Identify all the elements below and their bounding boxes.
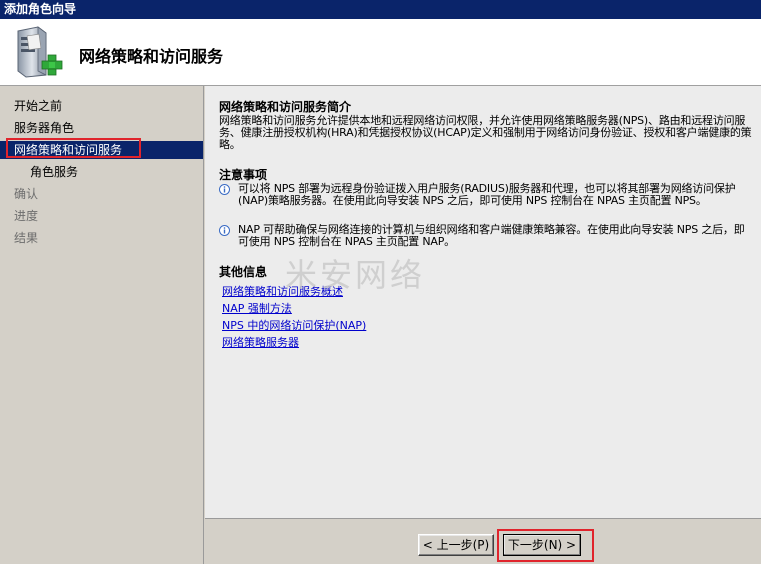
server-add-icon	[17, 26, 63, 78]
page-title: 网络策略和访问服务	[79, 47, 224, 66]
sidebar-item-server-roles[interactable]: 服务器角色	[0, 119, 203, 137]
intro-heading: 网络策略和访问服务简介	[219, 100, 352, 114]
link-nap-enforcement[interactable]: NAP 强制方法	[222, 300, 292, 316]
callout-box-next	[497, 529, 594, 562]
info-icon	[219, 184, 230, 195]
sidebar-item-results: 结果	[14, 231, 39, 245]
sidebar-item-before-you-begin[interactable]: 开始之前	[0, 97, 203, 115]
intro-text: 网络策略和访问服务允许提供本地和远程网络访问权限，并允许使用网络策略服务器(NP…	[219, 114, 752, 151]
notes-heading: 注意事项	[219, 168, 268, 182]
watermark: 米安网络	[285, 256, 426, 294]
info-icon	[219, 225, 230, 236]
sidebar-item-confirmation: 确认	[14, 187, 39, 201]
sidebar-item-role-services[interactable]: 角色服务	[0, 163, 203, 181]
link-nps-nap[interactable]: NPS 中的网络访问保护(NAP)	[222, 317, 366, 333]
sidebar-item-progress: 进度	[14, 209, 39, 223]
wizard-content: 网络策略和访问服务简介 网络策略和访问服务允许提供本地和远程网络访问权限，并允许…	[205, 86, 761, 518]
callout-box-sidebar	[6, 138, 141, 158]
window-title: 添加角色向导	[0, 0, 761, 19]
info-heading: 其他信息	[219, 265, 268, 279]
wizard-header: 网络策略和访问服务	[0, 19, 761, 86]
wizard-footer: < 上一步(P) 下一步(N) >	[205, 518, 761, 564]
note-text: NAP 可帮助确保与网络连接的计算机与组织网络和客户端健康策略兼容。在使用此向导…	[238, 223, 745, 248]
previous-button[interactable]: < 上一步(P)	[418, 534, 494, 556]
link-nps[interactable]: 网络策略服务器	[222, 334, 299, 350]
note-text: 可以将 NPS 部署为远程身份验证拨入用户服务(RADIUS)服务器和代理，也可…	[238, 182, 736, 207]
